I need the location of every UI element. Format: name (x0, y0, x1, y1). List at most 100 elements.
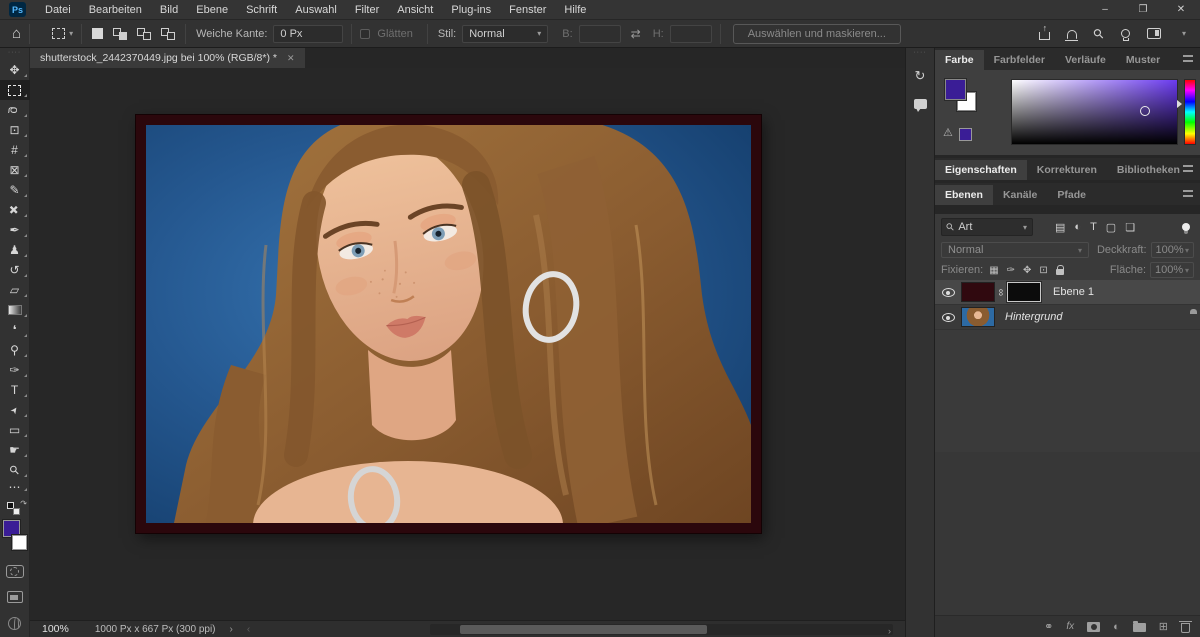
layer-row-hintergrund[interactable]: Hintergrund (935, 305, 1200, 330)
gamut-warning-icon[interactable]: ⚠ (943, 126, 953, 139)
frame-tool[interactable]: ⊠ (0, 160, 30, 180)
close-tab-icon[interactable]: ✕ (287, 53, 295, 64)
add-layer-mask-icon[interactable] (1087, 622, 1100, 632)
blur-tool[interactable]: ❛ (0, 320, 30, 340)
hue-slider[interactable] (1184, 79, 1196, 145)
layer-filter-select[interactable]: ⚲ Art ▾ (941, 218, 1033, 236)
history-panel-icon[interactable]: ↻ (908, 64, 932, 88)
clone-stamp-tool[interactable]: ♟ (0, 240, 30, 260)
search-icon[interactable]: ⚲ (1090, 24, 1108, 42)
share-icon[interactable] (1039, 32, 1050, 40)
restore-button[interactable]: ❐ (1124, 0, 1162, 20)
tab-korrekturen[interactable]: Korrekturen (1027, 160, 1107, 180)
menu-auswahl[interactable]: Auswahl (286, 1, 346, 19)
layer-visibility-toggle[interactable] (935, 288, 961, 297)
menu-ebene[interactable]: Ebene (187, 1, 237, 19)
notifications-bell-icon[interactable] (1067, 30, 1077, 39)
menu-filter[interactable]: Filter (346, 1, 388, 19)
chevron-down-icon[interactable]: ▾ (1182, 29, 1186, 38)
filter-pixel-layers-icon[interactable]: ▤ (1055, 221, 1065, 234)
menu-datei[interactable]: Datei (36, 1, 80, 19)
add-to-selection-icon[interactable] (113, 28, 127, 40)
mask-link-icon[interactable]: ∞ (995, 287, 1007, 298)
zoom-tool[interactable]: ⚲ (0, 460, 30, 480)
layer-thumbnail[interactable] (961, 282, 995, 302)
feather-input[interactable]: 0 Px (273, 25, 343, 43)
link-layers-icon[interactable]: ⚭ (1044, 620, 1053, 633)
opacity-input[interactable]: 100% ▾ (1151, 242, 1195, 258)
tab-muster[interactable]: Muster (1116, 50, 1170, 70)
menu-plugins[interactable]: Plug-ins (442, 1, 500, 19)
layer-row-ebene1[interactable]: ∞ Ebene 1 (935, 280, 1200, 305)
layer-name[interactable]: Hintergrund (1005, 311, 1062, 323)
tab-kanaele[interactable]: Kanäle (993, 185, 1047, 205)
canvas-area[interactable] (30, 68, 905, 620)
new-layer-icon[interactable]: ⊞ (1159, 620, 1168, 633)
new-adjustment-layer-icon[interactable]: ◐ (1113, 621, 1120, 633)
filter-shape-layers-icon[interactable]: ▢ (1106, 221, 1116, 234)
layer-mask-thumbnail[interactable] (1007, 282, 1041, 302)
layer-styles-icon[interactable]: fx (1066, 621, 1074, 632)
type-tool[interactable]: T (0, 380, 30, 400)
tab-bibliotheken[interactable]: Bibliotheken (1107, 160, 1190, 180)
tab-farbfelder[interactable]: Farbfelder (984, 50, 1055, 70)
horizontal-scrollbar[interactable]: › (430, 624, 893, 635)
scroll-left-chevron[interactable]: ‹ (247, 624, 250, 635)
status-flyout-chevron[interactable]: › (230, 624, 233, 635)
delete-layer-icon[interactable] (1181, 623, 1190, 633)
layer-name[interactable]: Ebene 1 (1053, 286, 1094, 298)
dodge-tool[interactable]: ⚲ (0, 340, 30, 360)
panel-menu-icon[interactable] (1183, 165, 1193, 172)
width-input[interactable] (579, 25, 621, 43)
gamut-swatch[interactable] (959, 128, 972, 141)
edit-toolbar-button[interactable]: ⋯ (0, 480, 30, 494)
swap-dimensions-icon[interactable]: ⇄ (631, 28, 641, 40)
menu-schrift[interactable]: Schrift (237, 1, 286, 19)
panel-grip[interactable]: ···· (8, 48, 21, 60)
screen-mode-button[interactable] (7, 591, 23, 603)
document-tab[interactable]: shutterstock_2442370449.jpg bei 100% (RG… (30, 48, 305, 68)
subtract-from-selection-icon[interactable] (137, 28, 151, 40)
hand-tool[interactable]: ☛ (0, 440, 30, 460)
gradient-tool[interactable] (0, 300, 30, 320)
zoom-level[interactable]: 100% (42, 623, 69, 635)
lock-pixels-icon[interactable]: ✑ (1007, 265, 1015, 276)
minimize-button[interactable]: – (1086, 0, 1124, 20)
move-tool[interactable]: ✥ (0, 60, 30, 80)
smooth-checkbox[interactable] (360, 29, 370, 39)
color-field-cursor[interactable] (1140, 106, 1150, 116)
workspace-switcher-icon[interactable] (1147, 28, 1161, 39)
lasso-tool[interactable]: ϱ (0, 100, 30, 120)
menu-fenster[interactable]: Fenster (500, 1, 555, 19)
background-color-swatch[interactable] (12, 535, 27, 550)
menu-bearbeiten[interactable]: Bearbeiten (80, 1, 151, 19)
filter-adjustment-layers-icon[interactable]: ◐ (1074, 221, 1081, 233)
object-selection-tool[interactable]: ⊡ (0, 120, 30, 140)
menu-ansicht[interactable]: Ansicht (388, 1, 442, 19)
foreground-color-swatch[interactable] (945, 79, 966, 100)
lock-artboard-icon[interactable]: ⊡ (1039, 265, 1047, 276)
discover-lightbulb-icon[interactable] (1121, 29, 1130, 38)
close-button[interactable]: ✕ (1162, 0, 1200, 20)
new-group-icon[interactable] (1133, 623, 1146, 632)
tab-eigenschaften[interactable]: Eigenschaften (935, 160, 1027, 180)
saturation-brightness-field[interactable] (1011, 79, 1178, 145)
eyedropper-tool[interactable]: ✎ (0, 180, 30, 200)
filter-toggle-switch[interactable] (1182, 223, 1190, 231)
lock-position-icon[interactable]: ✥ (1023, 265, 1031, 276)
comments-panel-icon[interactable] (908, 92, 932, 116)
fill-input[interactable]: 100% ▾ (1150, 262, 1194, 278)
layer-visibility-toggle[interactable] (935, 313, 961, 322)
marquee-tool-preset-icon[interactable] (52, 28, 65, 39)
filter-type-layers-icon[interactable]: T (1090, 221, 1097, 233)
menu-hilfe[interactable]: Hilfe (555, 1, 595, 19)
tab-ebenen[interactable]: Ebenen (935, 185, 993, 205)
select-and-mask-button[interactable]: Auswählen und maskieren... (733, 24, 901, 44)
filter-smart-objects-icon[interactable]: ❏ (1125, 221, 1135, 234)
height-input[interactable] (670, 25, 712, 43)
home-icon[interactable]: ⌂ (12, 26, 21, 41)
document-canvas[interactable] (136, 115, 761, 533)
intersect-selection-icon[interactable] (161, 28, 175, 40)
brush-tool[interactable]: ✒ (0, 220, 30, 240)
chevron-down-icon[interactable]: ▾ (69, 29, 73, 38)
